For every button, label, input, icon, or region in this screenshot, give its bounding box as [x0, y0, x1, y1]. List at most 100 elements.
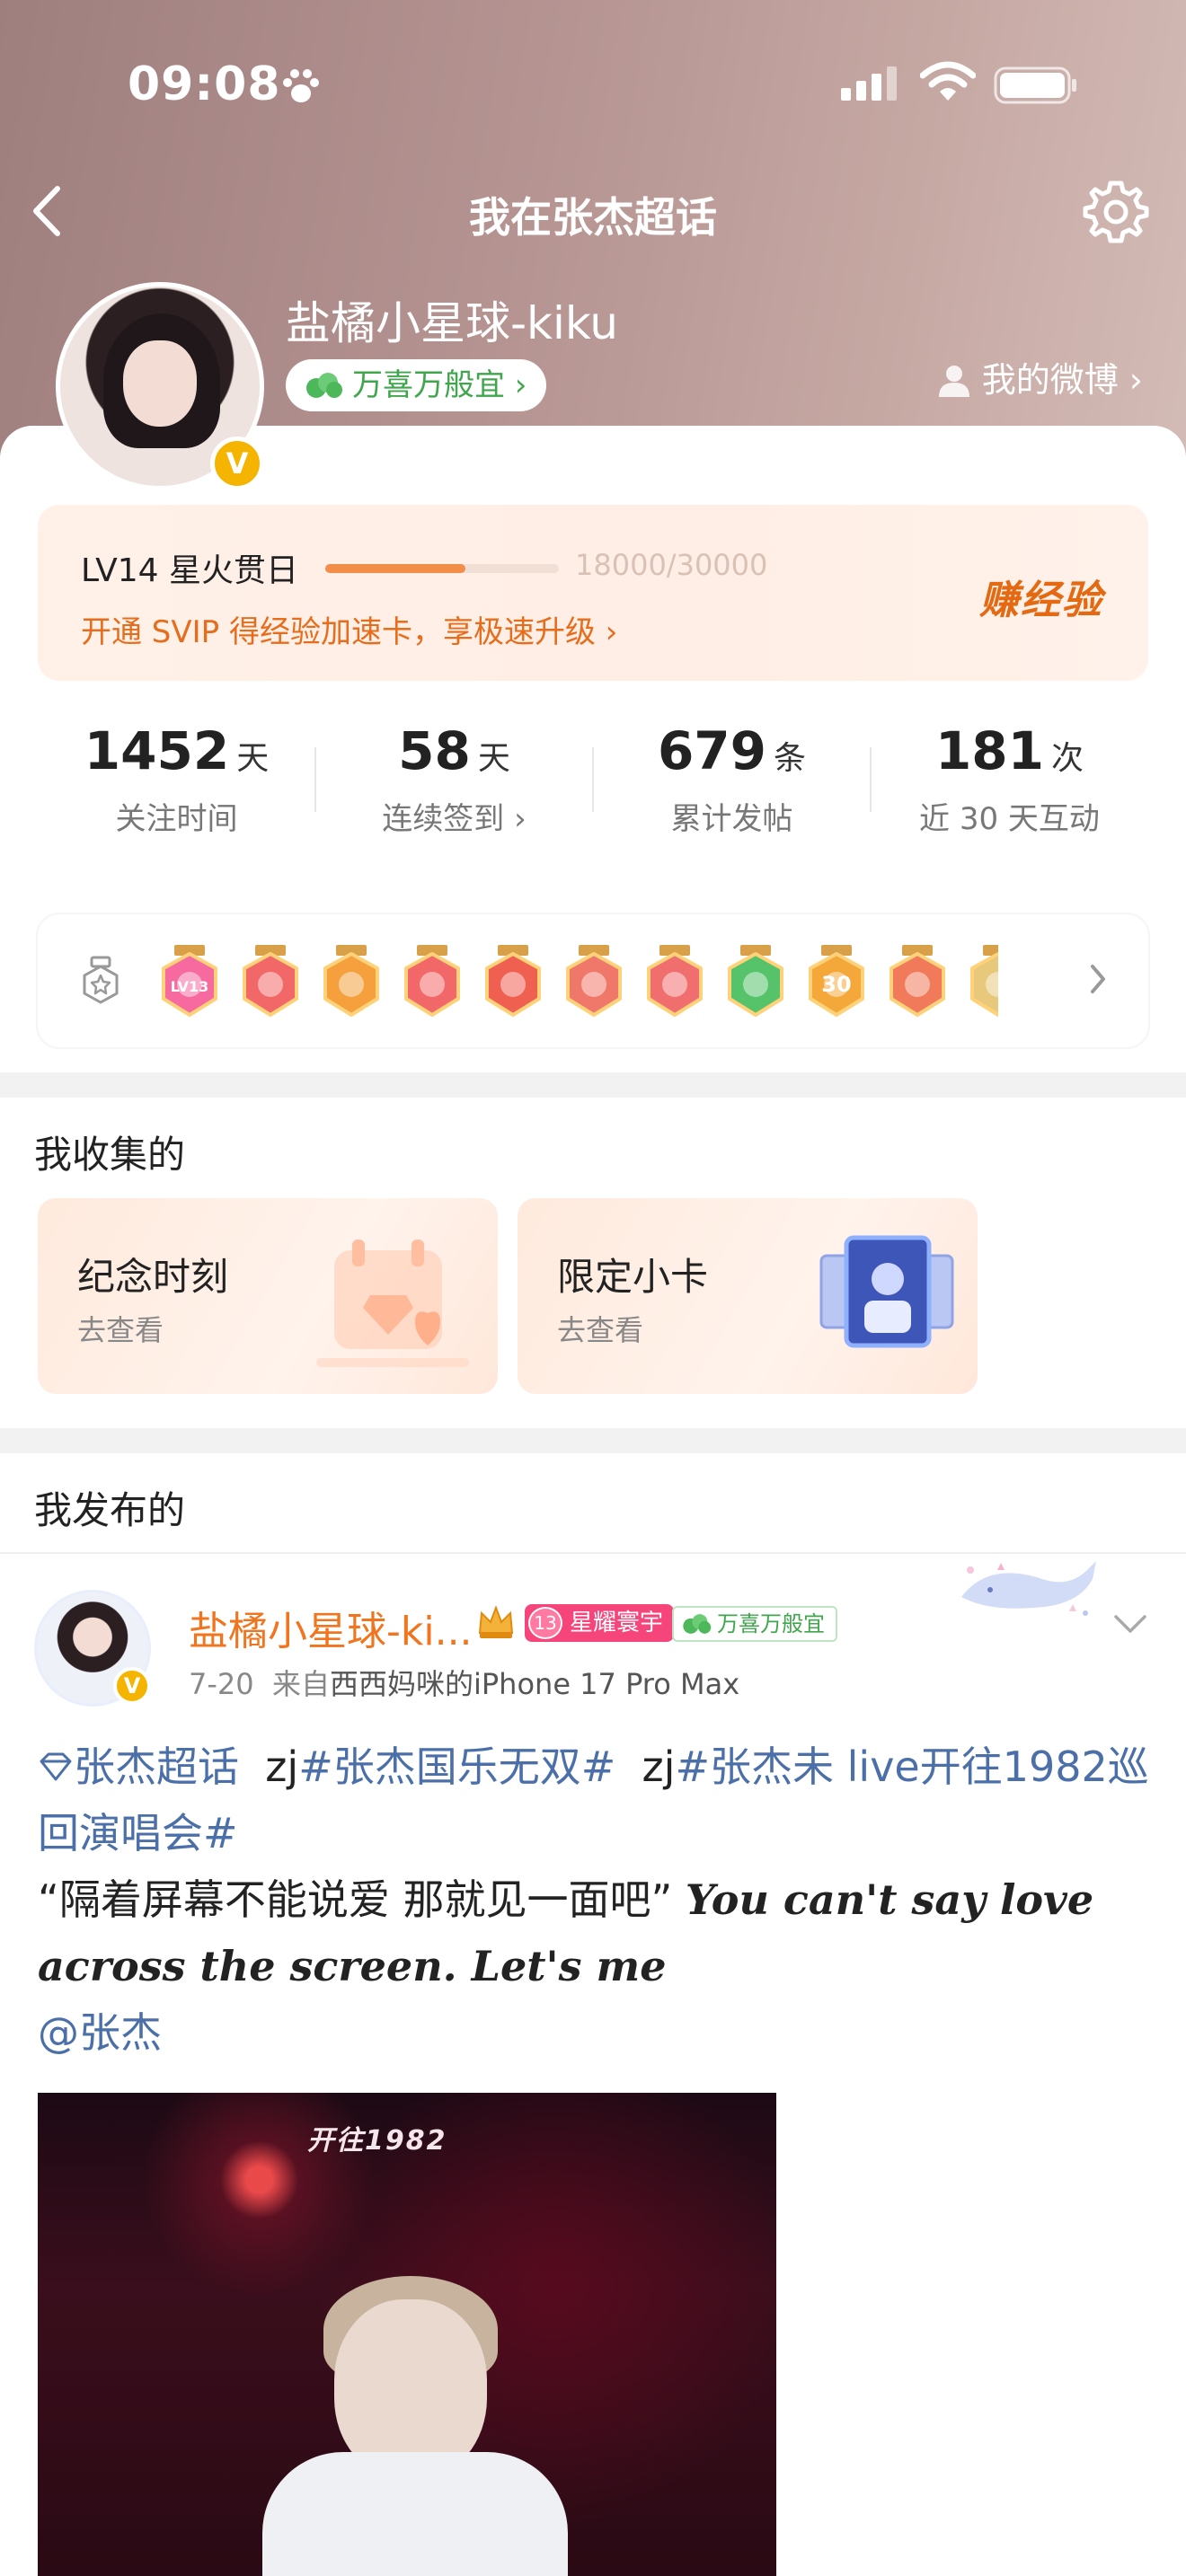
post-quote: “隔着屏幕不能说爱 那就见一面吧”	[38, 1875, 673, 1924]
post-text: 张杰超话 zj#张杰国乐无双# zj#张杰未 live开往1982巡回演唱会# …	[38, 1734, 1152, 2066]
verified-badge: V	[210, 437, 264, 490]
navigation-bar: 我在张杰超话	[0, 171, 1186, 251]
chevron-down-icon[interactable]	[1112, 1611, 1148, 1636]
fan-club-pill[interactable]: 万喜万般宜 ›	[286, 359, 547, 411]
person-icon	[938, 366, 969, 397]
my-weibo-label: 我的微博	[981, 360, 1119, 400]
svg-text:LV13: LV13	[171, 978, 209, 995]
hand-badge-icon	[722, 945, 789, 1020]
crown-badge-icon	[318, 945, 385, 1020]
verified-badge: V	[113, 1667, 151, 1705]
post-author-name[interactable]: 盐橘小星球-ki...	[189, 1599, 473, 1656]
star-rank-label: 星耀寰宇	[570, 1610, 664, 1636]
stat-label: 关注时间	[115, 801, 238, 837]
stat-unit: 天	[236, 740, 270, 777]
stat-value: 181	[934, 720, 1045, 781]
post-date: 7-20	[189, 1667, 254, 1701]
level-progress-text: 18000/30000	[575, 548, 768, 582]
tile-link: 去查看	[557, 1313, 644, 1347]
chevron-right-icon: ›	[1118, 360, 1143, 400]
badge-icon	[965, 945, 998, 1020]
post-text-segment: zj	[642, 1742, 676, 1791]
30-days-badge-icon: 30	[803, 945, 870, 1020]
page-title: 我在张杰超话	[469, 193, 717, 242]
fan-club-label: 万喜万般宜	[352, 367, 505, 403]
fan-info-card: LV14 星火贯日 18000/30000 开通 SVIP 得经验加速卡，享极速…	[0, 426, 1186, 1072]
battery-icon	[994, 66, 1076, 104]
published-section: 我发布的 V 盐橘小星球-ki... 13 星耀寰宇 万喜万般宜 7-20 来自…	[0, 1453, 1186, 2576]
tile-link: 去查看	[77, 1313, 164, 1347]
tile-title: 纪念时刻	[77, 1255, 229, 1299]
post-text-segment: zj	[265, 1742, 299, 1791]
cloud-icon	[683, 1614, 712, 1634]
profile-username: 盐橘小星球-kiku	[286, 297, 618, 349]
stat-posts: 679 条 累计发帖	[593, 713, 871, 857]
level-panel[interactable]: LV14 星火贯日 18000/30000 开通 SVIP 得经验加速卡，享极速…	[38, 505, 1148, 681]
svip-promo-link[interactable]: 开通 SVIP 得经验加速卡，享极速升级 ›	[81, 607, 617, 651]
post-device: 西西妈咪的iPhone 17 Pro Max	[329, 1667, 740, 1701]
tile-title: 限定小卡	[557, 1255, 709, 1299]
crown-icon	[478, 1605, 514, 1638]
svg-text:30: 30	[821, 972, 851, 997]
post-source-prefix: 来自	[271, 1667, 330, 1701]
cloud-icon	[306, 373, 342, 398]
chevron-right-icon[interactable]	[1087, 961, 1109, 997]
post-image[interactable]: 开往1982	[38, 2093, 776, 2576]
star-rank-tag: 13 星耀寰宇	[525, 1604, 675, 1642]
mention-link[interactable]: @张杰	[38, 2008, 162, 2057]
post-meta: 7-20 来自西西妈咪的iPhone 17 Pro Max	[189, 1662, 739, 1703]
cat-badge-icon	[399, 945, 465, 1020]
medal-icon	[83, 956, 119, 1004]
stat-label: 近 30 天互动	[919, 801, 1100, 837]
stat-label: 连续签到	[382, 801, 505, 837]
badge-strip[interactable]: LV13 30	[38, 914, 1148, 1047]
fan-club-tag: 万喜万般宜	[672, 1606, 837, 1642]
whale-decoration-icon	[961, 1561, 1096, 1616]
panda-badge-icon	[642, 945, 708, 1020]
concert-logo: 开往1982	[307, 2125, 447, 2157]
level-progress-fill	[325, 564, 465, 573]
photo-cards-icon	[819, 1235, 954, 1348]
collection-section: 我收集的 纪念时刻 去查看 限定小卡 去查看	[0, 1098, 1186, 1428]
stat-unit: 次	[1051, 740, 1084, 777]
stats-row: 1452 天 关注时间 58 天 连续签到 › 679 条 累计发帖 181 次 近 3…	[38, 713, 1148, 857]
svip-promo-text: 开通 SVIP 得经验加速卡，享极速升级	[81, 614, 596, 650]
fan-club-tag-label: 万喜万般宜	[717, 1611, 825, 1636]
earn-exp-button[interactable]: 赚经验	[979, 568, 1103, 625]
section-title: 我发布的	[34, 1488, 186, 1532]
stat-value: 679	[657, 720, 767, 781]
topic-text: 张杰超话	[74, 1742, 239, 1791]
hand-heart-badge-icon	[884, 945, 951, 1020]
stat-value: 1452	[84, 720, 230, 781]
lv-badge-icon: LV13	[156, 945, 223, 1020]
stat-unit: 条	[774, 740, 807, 777]
stat-interactions: 181 次 近 30 天互动	[871, 713, 1148, 857]
collection-tile-cards[interactable]: 限定小卡 去查看	[518, 1198, 978, 1394]
stat-checkin-days[interactable]: 58 天 连续签到 ›	[315, 713, 593, 857]
paw-icon	[283, 69, 319, 102]
calendar-heart-icon	[316, 1239, 469, 1367]
chevron-right-icon: ›	[505, 367, 527, 403]
section-title: 我收集的	[34, 1133, 186, 1177]
chevron-right-icon: ›	[504, 801, 527, 837]
settings-gear-icon[interactable]	[1082, 178, 1150, 246]
rabbit-badge-icon	[480, 945, 546, 1020]
stat-value: 58	[398, 720, 471, 781]
diamond-topic-icon	[40, 1752, 72, 1781]
star-rank-level: 13	[528, 1607, 562, 1639]
status-time: 09:08	[128, 57, 281, 111]
topic-link[interactable]: 张杰超话	[38, 1742, 239, 1791]
level-progress-bar	[325, 564, 559, 573]
stat-label: 累计发帖	[670, 801, 793, 837]
status-bar: 09:08	[0, 54, 1186, 117]
stat-unit: 天	[477, 740, 510, 777]
collection-tile-moments[interactable]: 纪念时刻 去查看	[38, 1198, 498, 1394]
cellular-signal-icon	[841, 66, 897, 101]
hashtag-link[interactable]: #张杰国乐无双#	[298, 1742, 615, 1791]
level-label: LV14 星火贯日	[81, 552, 298, 589]
stat-follow-days: 1452 天 关注时间	[38, 713, 315, 857]
heart-badge-icon	[237, 945, 304, 1020]
my-weibo-link[interactable]: 我的微博 ›	[937, 352, 1143, 401]
wifi-icon	[920, 61, 976, 101]
fox-badge-icon	[561, 945, 627, 1020]
